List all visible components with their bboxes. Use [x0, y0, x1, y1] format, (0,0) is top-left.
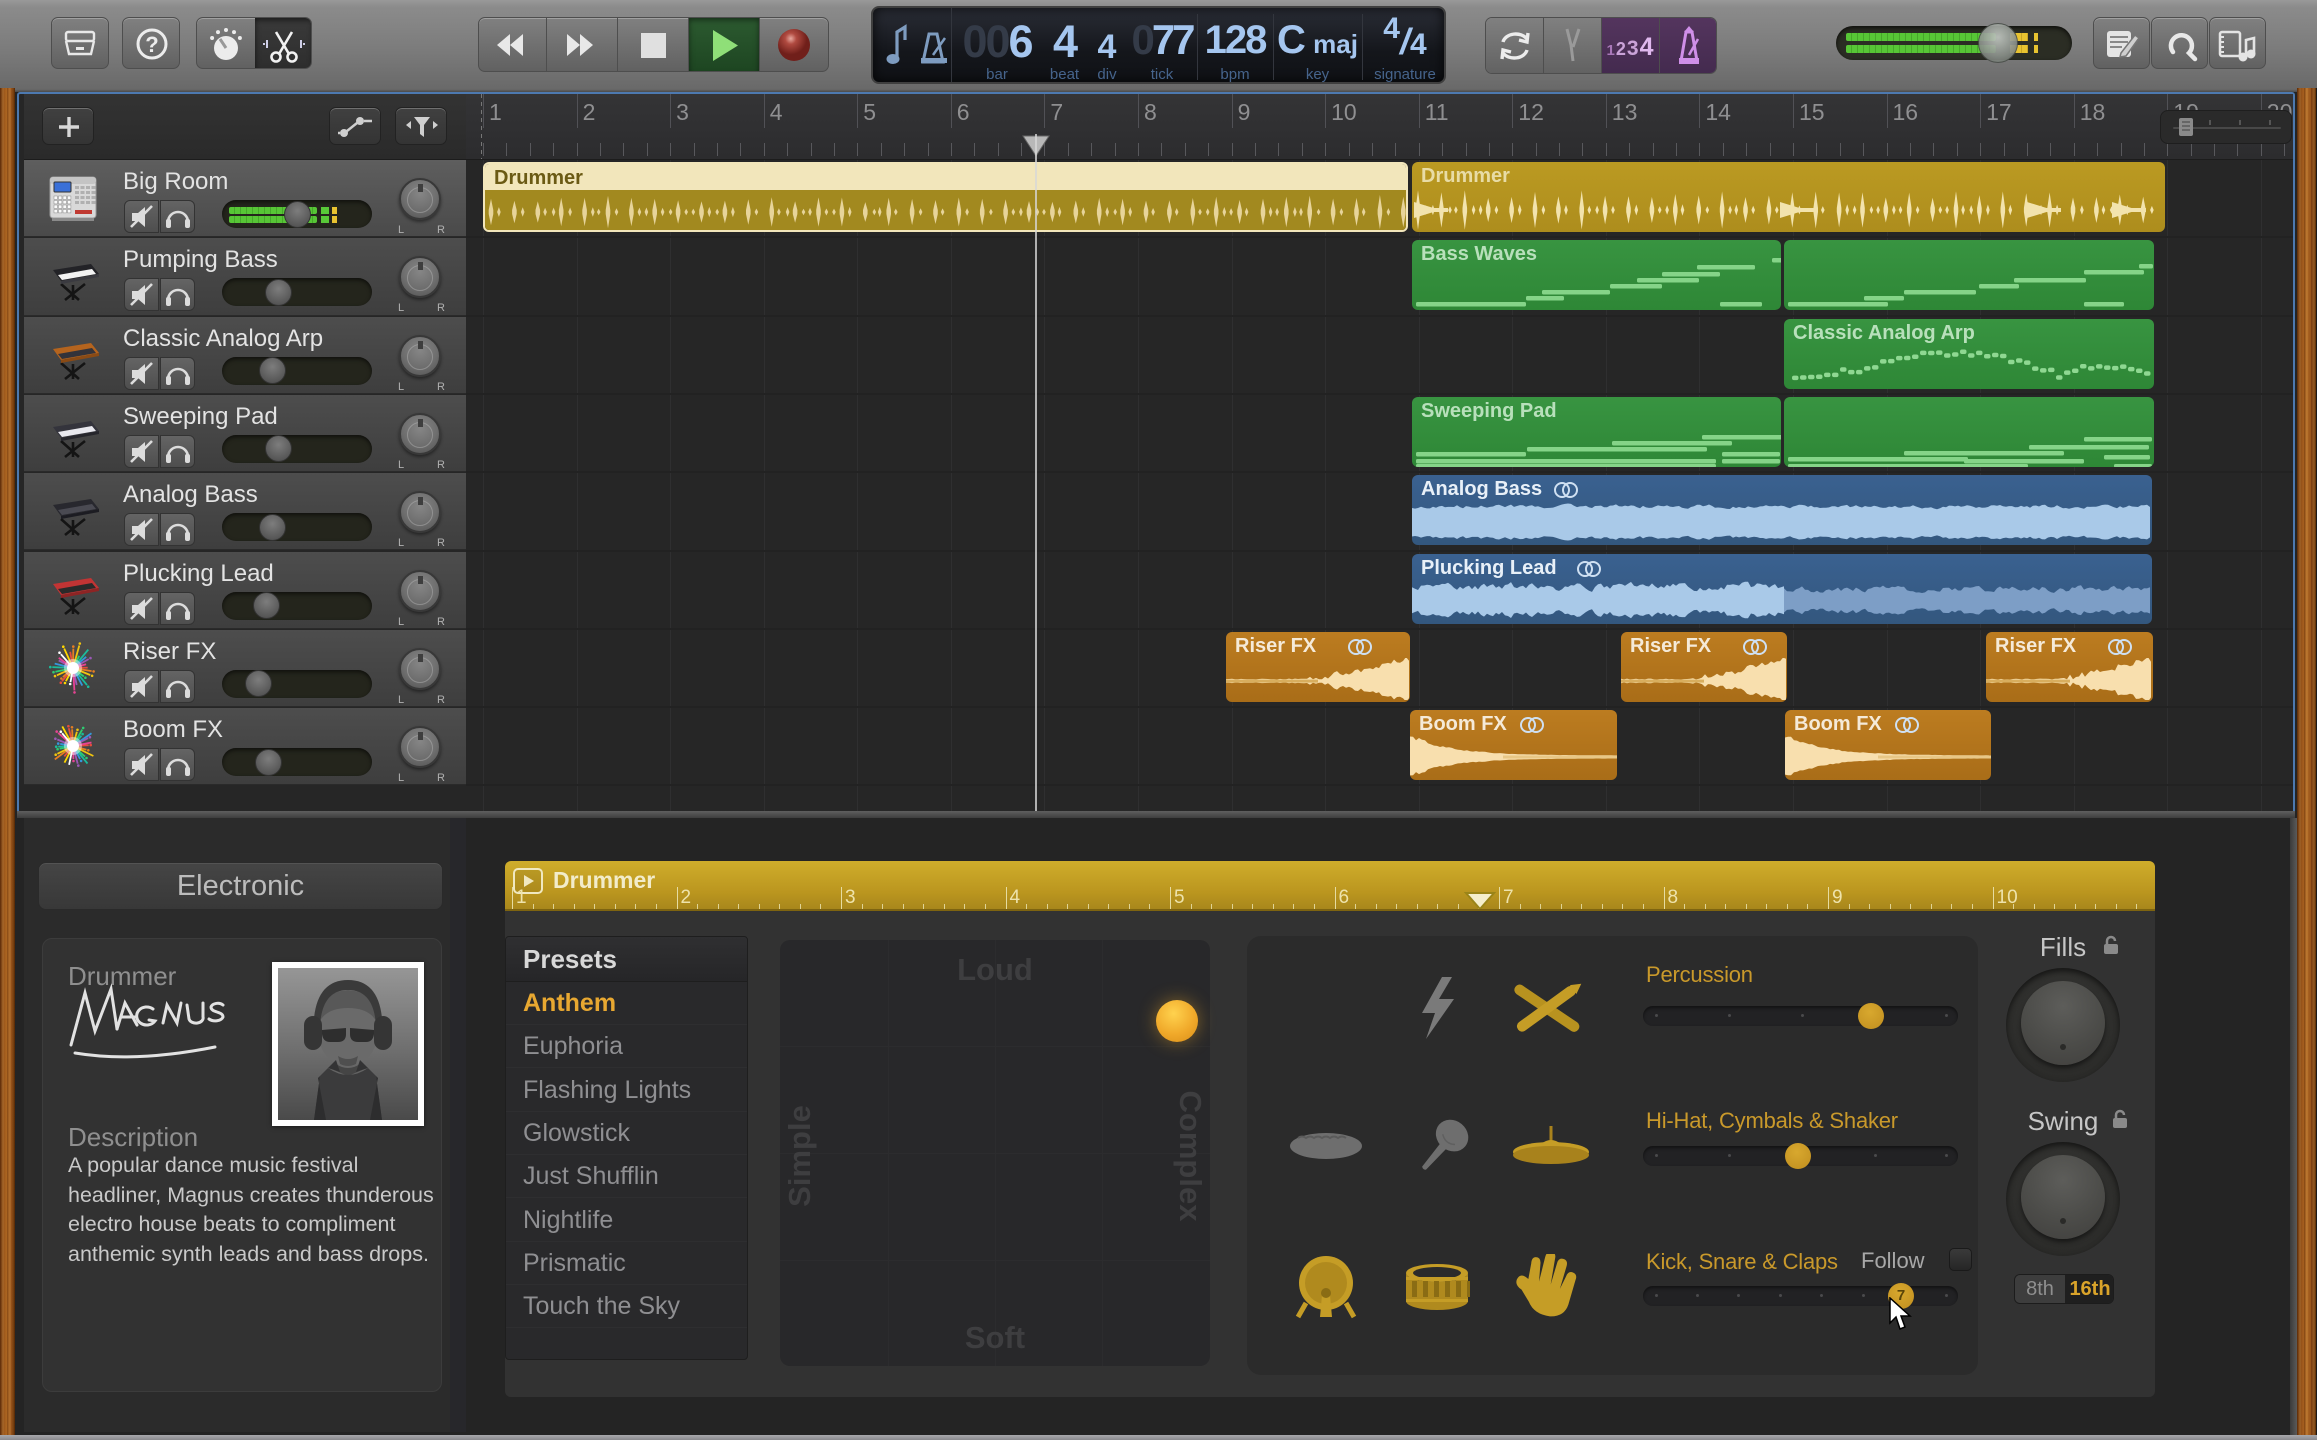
svg-text:?: ? [145, 32, 158, 57]
